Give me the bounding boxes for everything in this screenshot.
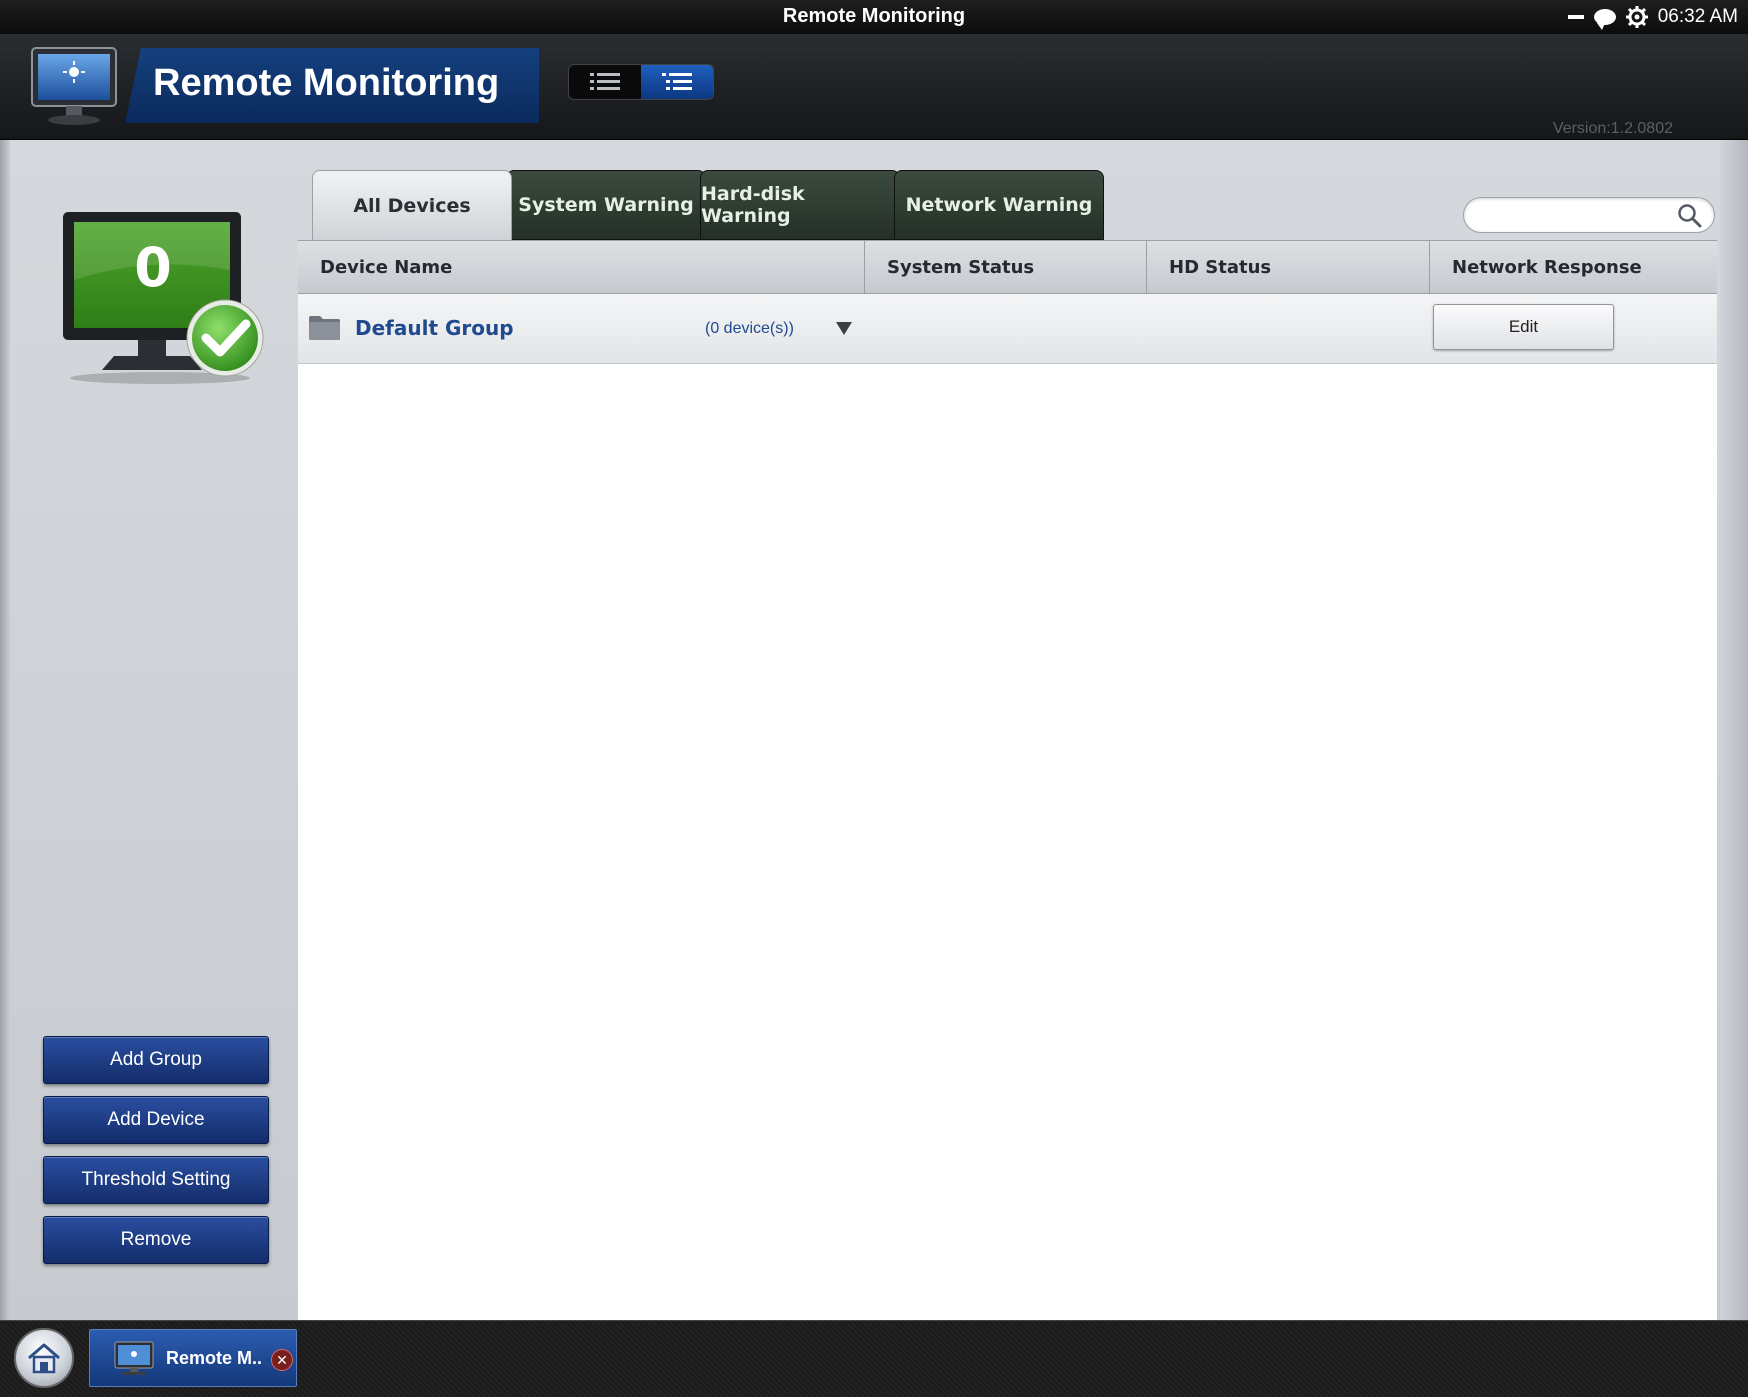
monitor-logo-icon xyxy=(30,44,118,128)
os-window-title: Remote Monitoring xyxy=(782,5,966,27)
column-header-system-status[interactable]: System Status xyxy=(865,241,1147,294)
clock: 06:32 AM xyxy=(1657,6,1738,27)
tab-hard-disk-warning[interactable]: Hard-disk Warning xyxy=(700,170,900,240)
view-toggle xyxy=(568,64,714,100)
taskbar-item-remote-monitoring[interactable]: Remote M.. ✕ xyxy=(89,1329,297,1387)
list-view-button[interactable] xyxy=(569,65,641,99)
threshold-setting-button[interactable]: Threshold Setting xyxy=(43,1156,269,1204)
tree-view-button[interactable] xyxy=(641,65,713,99)
right-edge xyxy=(1720,140,1748,1320)
chat-icon[interactable] xyxy=(1593,9,1616,30)
version-label: Version:1.2.0802 xyxy=(1552,120,1673,137)
device-table: Device Name System Status HD Status Netw… xyxy=(298,240,1717,1320)
taskbar: Remote M.. ✕ xyxy=(0,1320,1748,1397)
group-device-count: (0 device(s)) xyxy=(705,320,794,337)
table-row[interactable]: Default Group (0 device(s)) Edit xyxy=(298,294,1717,364)
minimize-icon[interactable] xyxy=(1567,15,1584,19)
column-header-network-response[interactable]: Network Response xyxy=(1430,241,1717,294)
app-body: 0 Add Group Add Device Threshold Setting… xyxy=(0,140,1748,1320)
app-header: Remote Monitoring Version:1.2.0802 xyxy=(0,34,1748,140)
os-title-bar: Remote Monitoring 06:32 AM xyxy=(0,0,1748,34)
app-title-banner: Remote Monitoring xyxy=(125,48,539,123)
tree-view-icon xyxy=(662,73,692,90)
device-count: 0 xyxy=(134,236,172,299)
tab-all-devices[interactable]: All Devices xyxy=(312,170,512,240)
app-title: Remote Monitoring xyxy=(153,62,500,104)
add-group-button[interactable]: Add Group xyxy=(43,1036,269,1084)
device-tabs: All Devices System Warning Hard-disk War… xyxy=(300,168,1110,240)
group-name[interactable]: Default Group xyxy=(355,316,514,340)
monitor-app-icon xyxy=(114,1340,154,1376)
system-tray: 06:32 AM xyxy=(1567,4,1738,30)
device-status-monitor: 0 xyxy=(60,210,270,385)
tab-network-warning[interactable]: Network Warning xyxy=(894,170,1104,240)
home-button[interactable] xyxy=(14,1328,74,1388)
left-edge xyxy=(0,140,10,1320)
close-icon[interactable]: ✕ xyxy=(271,1349,293,1371)
tab-system-warning[interactable]: System Warning xyxy=(506,170,706,240)
table-header: Device Name System Status HD Status Netw… xyxy=(298,240,1717,294)
taskbar-item-label: Remote M.. xyxy=(166,1348,263,1368)
folder-icon xyxy=(308,315,341,341)
search-icon[interactable] xyxy=(1677,203,1703,229)
home-icon xyxy=(28,1343,60,1374)
list-view-icon xyxy=(590,73,620,90)
column-header-hd-status[interactable]: HD Status xyxy=(1147,241,1430,294)
edit-group-button[interactable]: Edit xyxy=(1433,304,1614,350)
gear-icon[interactable] xyxy=(1625,6,1648,28)
column-header-device-name[interactable]: Device Name xyxy=(298,241,865,294)
add-device-button[interactable]: Add Device xyxy=(43,1096,269,1144)
chevron-down-icon[interactable] xyxy=(836,322,852,335)
remove-button[interactable]: Remove xyxy=(43,1216,269,1264)
